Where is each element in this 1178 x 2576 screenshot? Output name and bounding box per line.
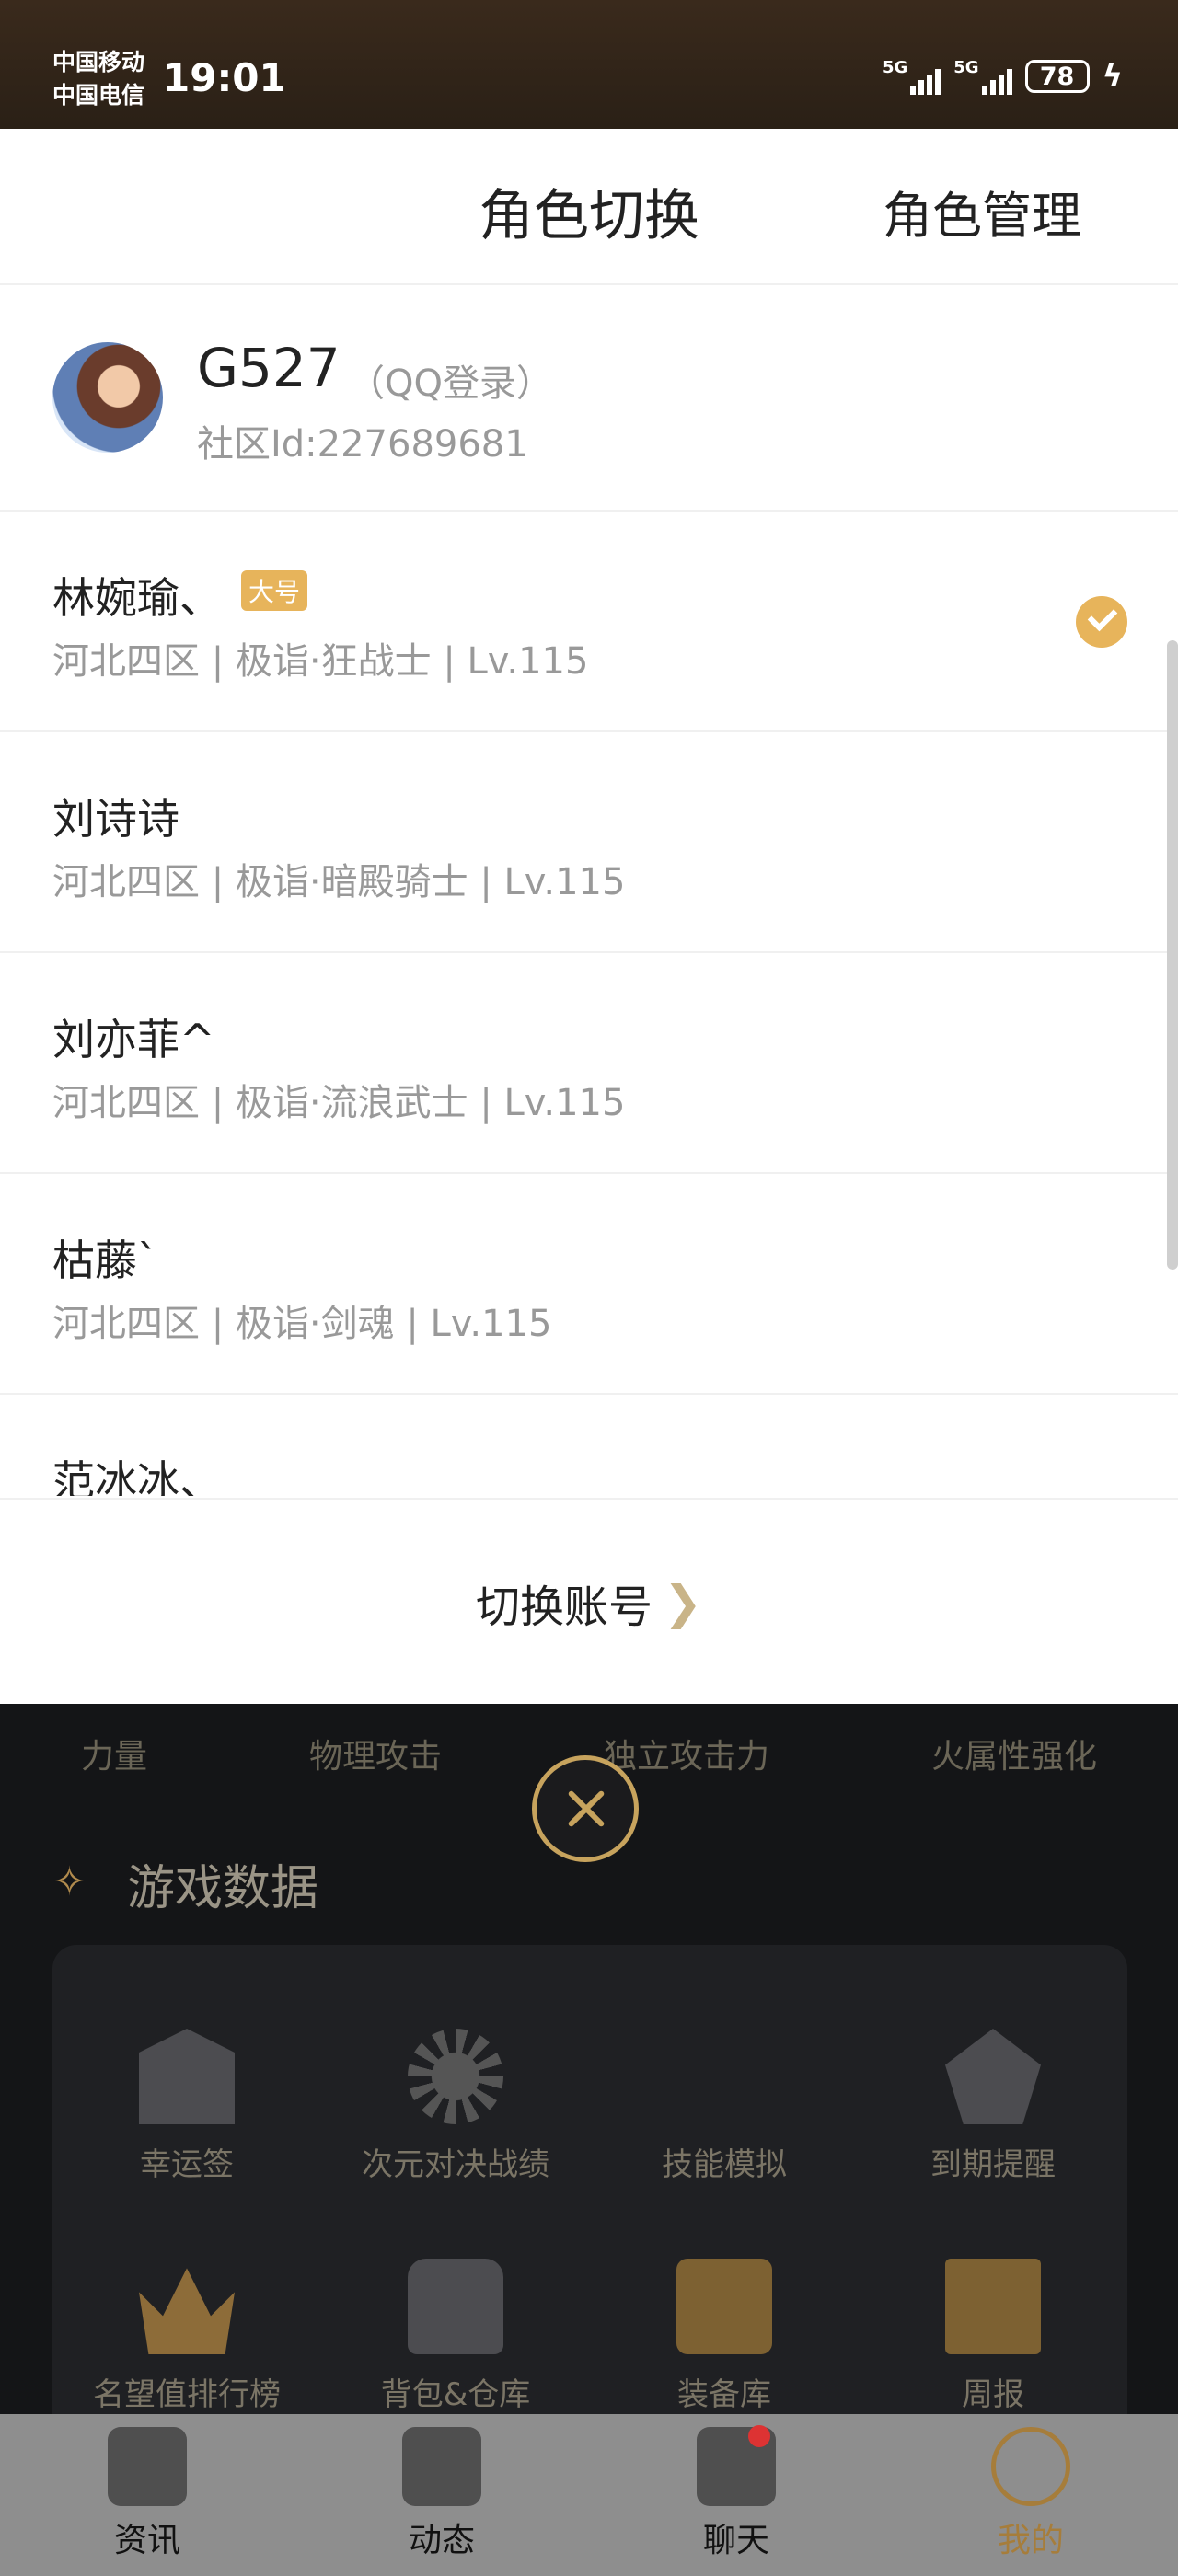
tab-label: 动态 xyxy=(408,2522,475,2559)
close-button[interactable] xyxy=(532,1755,639,1862)
account-name: G527 xyxy=(197,337,341,399)
role-info: 河北四区 | 极诣·剑魂 | Lv.115 xyxy=(52,1303,552,1345)
tab-label: 聊天 xyxy=(702,2522,769,2559)
tile-lucky-sign[interactable]: 幸运签 xyxy=(52,1972,321,2202)
clock: 19:01 xyxy=(163,55,286,100)
dynamics-icon xyxy=(402,2427,481,2506)
carrier-labels: 中国移动 中国电信 xyxy=(52,46,144,112)
role-info: 河北四区 | 极诣·流浪武士 | Lv.115 xyxy=(52,1082,626,1124)
signal-icon-2: 5G xyxy=(953,58,1012,95)
network-type-1: 5G xyxy=(882,58,908,77)
section-title: 游戏数据 xyxy=(127,1861,319,1916)
account-info: G527 （QQ登录） 社区Id:227689681 xyxy=(0,285,1178,512)
login-type: （QQ登录） xyxy=(348,362,553,405)
game-data-icon: ✧ xyxy=(52,1858,87,1905)
main-account-badge: 大号 xyxy=(241,570,308,611)
role-name: 枯藤` xyxy=(52,1236,158,1285)
attr-label: 物理攻击 xyxy=(308,1738,442,1776)
community-id: 社区Id:227689681 xyxy=(197,423,528,466)
tab-dynamics[interactable]: 动态 xyxy=(294,2414,589,2576)
network-type-2: 5G xyxy=(953,58,979,77)
news-icon xyxy=(108,2427,187,2506)
tile-bag-storage[interactable]: 背包&仓库 xyxy=(321,2202,590,2432)
role-item[interactable]: 林婉瑜、 大号 河北四区 | 极诣·狂战士 | Lv.115 xyxy=(0,512,1178,732)
tile-skill-sim[interactable]: 技能模拟 xyxy=(590,1972,859,2202)
tile-label: 到期提醒 xyxy=(930,2146,1056,2183)
sheet-header: 角色切换 角色管理 xyxy=(0,129,1178,285)
signal-icon: 5G xyxy=(883,58,941,95)
profile-icon xyxy=(991,2427,1070,2506)
tab-label: 我的 xyxy=(997,2522,1064,2559)
attr-label: 力量 xyxy=(80,1738,147,1776)
tile-label: 装备库 xyxy=(677,2376,771,2413)
battery-icon: 78 xyxy=(1024,60,1090,93)
role-info: 河北四区 | 极诣·狂战士 | Lv.115 xyxy=(52,640,589,683)
tile-label: 背包&仓库 xyxy=(380,2376,531,2413)
tab-chat[interactable]: 聊天 xyxy=(589,2414,884,2576)
tile-expiry-reminder[interactable]: 到期提醒 xyxy=(859,1972,1127,2202)
tab-news[interactable]: 资讯 xyxy=(0,2414,294,2576)
tile-label: 幸运签 xyxy=(140,2146,234,2183)
bell-icon xyxy=(945,2029,1041,2124)
battle-record-icon xyxy=(408,2029,503,2124)
tile-label: 次元对决战绩 xyxy=(362,2146,549,2183)
role-name: 刘诗诗 xyxy=(52,794,179,844)
carrier-1: 中国移动 xyxy=(52,49,145,75)
scroll-icon xyxy=(945,2259,1041,2354)
tile-weekly-report[interactable]: 周报 xyxy=(859,2202,1127,2432)
switch-account-label: 切换账号 xyxy=(476,1581,653,1633)
bag-icon xyxy=(408,2259,503,2354)
role-name: 范冰冰、 xyxy=(52,1456,222,1496)
tab-label: 资讯 xyxy=(113,2522,180,2559)
tile-fame-ranking[interactable]: 名望值排行榜 xyxy=(52,2202,321,2432)
crown-icon xyxy=(139,2268,235,2354)
chest-icon xyxy=(676,2259,772,2354)
tile-label: 技能模拟 xyxy=(662,2146,787,2183)
bottom-tab-bar: 资讯 动态 聊天 我的 xyxy=(0,2414,1178,2576)
role-item[interactable]: 刘诗诗 河北四区 | 极诣·暗殿骑士 | Lv.115 xyxy=(0,732,1178,953)
tile-label: 周报 xyxy=(962,2376,1024,2413)
tab-profile[interactable]: 我的 xyxy=(884,2414,1178,2576)
role-switch-sheet: 角色切换 角色管理 G527 （QQ登录） 社区Id:227689681 林婉瑜… xyxy=(0,129,1178,1704)
role-list[interactable]: 林婉瑜、 大号 河北四区 | 极诣·狂战士 | Lv.115 刘诗诗 河北四区 … xyxy=(0,512,1178,1496)
role-name: 林婉瑜、 xyxy=(52,573,222,623)
attr-label: 独立攻击力 xyxy=(603,1738,769,1776)
role-item[interactable]: 范冰冰、 xyxy=(0,1395,1178,1496)
avatar xyxy=(52,342,163,453)
tile-equipment[interactable]: 装备库 xyxy=(590,2202,859,2432)
status-icons: 5G 5G 78 ϟ xyxy=(883,58,1123,95)
role-item[interactable]: 刘亦菲^ 河北四区 | 极诣·流浪武士 | Lv.115 xyxy=(0,953,1178,1174)
role-manage-button[interactable]: 角色管理 xyxy=(883,175,1081,247)
switch-account-button[interactable]: 切换账号 ❯ xyxy=(0,1498,1178,1706)
chevron-right-icon: ❯ xyxy=(664,1576,702,1629)
selected-check-icon xyxy=(1076,596,1127,648)
tile-label: 名望值排行榜 xyxy=(93,2376,281,2413)
role-info: 河北四区 | 极诣·暗殿骑士 | Lv.115 xyxy=(52,861,626,903)
status-bar: 中国移动 中国电信 19:01 5G 5G 78 ϟ xyxy=(0,0,1178,129)
scrollbar[interactable] xyxy=(1167,640,1178,1270)
role-name: 刘亦菲^ xyxy=(52,1015,215,1064)
lucky-sign-icon xyxy=(139,2029,235,2124)
carrier-2: 中国电信 xyxy=(52,82,145,109)
charging-icon: ϟ xyxy=(1102,58,1123,95)
notification-dot xyxy=(747,2425,770,2447)
role-item[interactable]: 枯藤` 河北四区 | 极诣·剑魂 | Lv.115 xyxy=(0,1174,1178,1395)
tile-battle-record[interactable]: 次元对决战绩 xyxy=(321,1972,590,2202)
attr-label: 火属性强化 xyxy=(930,1738,1097,1776)
